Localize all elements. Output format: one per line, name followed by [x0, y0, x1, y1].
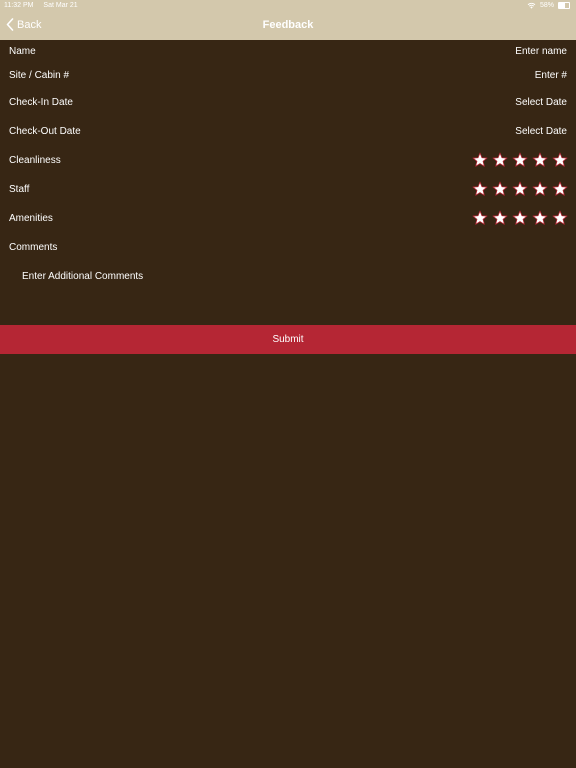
- battery-percent: 58%: [539, 2, 554, 9]
- rating-row-cleanliness: Cleanliness: [0, 149, 576, 173]
- status-time: 11:32 PM: [4, 2, 34, 9]
- battery-icon: [558, 2, 570, 9]
- site-input[interactable]: Enter #: [535, 70, 567, 81]
- amenities-stars[interactable]: [472, 210, 568, 226]
- wifi-icon: [527, 2, 536, 9]
- star-icon[interactable]: [552, 210, 568, 226]
- star-icon[interactable]: [472, 181, 488, 197]
- star-icon[interactable]: [472, 210, 488, 226]
- check-in-row[interactable]: Check-In Date Select Date: [0, 91, 576, 115]
- star-icon[interactable]: [552, 181, 568, 197]
- name-label: Name: [9, 46, 36, 57]
- staff-stars[interactable]: [472, 181, 568, 197]
- star-icon[interactable]: [532, 210, 548, 226]
- cleanliness-stars[interactable]: [472, 152, 568, 168]
- rating-row-staff: Staff: [0, 178, 576, 202]
- site-label: Site / Cabin #: [9, 70, 70, 81]
- star-icon[interactable]: [532, 152, 548, 168]
- navigation-bar: Back Feedback: [0, 12, 576, 40]
- site-row[interactable]: Site / Cabin # Enter #: [0, 64, 576, 88]
- star-icon[interactable]: [492, 210, 508, 226]
- star-icon[interactable]: [512, 181, 528, 197]
- amenities-label: Amenities: [9, 213, 53, 224]
- star-icon[interactable]: [552, 152, 568, 168]
- check-in-date-picker[interactable]: Select Date: [515, 97, 567, 108]
- status-bar: 11:32 PM Sat Mar 21 58%: [0, 0, 576, 12]
- battery-fill: [559, 3, 565, 8]
- check-in-label: Check-In Date: [9, 97, 73, 108]
- submit-button[interactable]: Submit: [0, 325, 576, 354]
- check-out-row[interactable]: Check-Out Date Select Date: [0, 120, 576, 144]
- star-icon[interactable]: [492, 181, 508, 197]
- page-title: Feedback: [262, 19, 314, 31]
- status-time-date: 11:32 PM Sat Mar 21: [4, 2, 86, 9]
- check-out-label: Check-Out Date: [9, 126, 81, 137]
- star-icon[interactable]: [532, 181, 548, 197]
- comments-textarea[interactable]: Enter Additional Comments: [22, 271, 143, 282]
- status-indicators: 58%: [527, 2, 570, 9]
- comments-label: Comments: [9, 242, 58, 253]
- cleanliness-label: Cleanliness: [9, 155, 61, 166]
- star-icon[interactable]: [492, 152, 508, 168]
- staff-label: Staff: [9, 184, 30, 195]
- name-row[interactable]: Name Enter name: [0, 40, 576, 64]
- star-icon[interactable]: [472, 152, 488, 168]
- comments-row: Comments: [0, 236, 576, 260]
- name-input[interactable]: Enter name: [515, 46, 567, 57]
- status-date: Sat Mar 21: [43, 2, 78, 9]
- rating-row-amenities: Amenities: [0, 207, 576, 231]
- star-icon[interactable]: [512, 210, 528, 226]
- star-icon[interactable]: [512, 152, 528, 168]
- check-out-date-picker[interactable]: Select Date: [515, 126, 567, 137]
